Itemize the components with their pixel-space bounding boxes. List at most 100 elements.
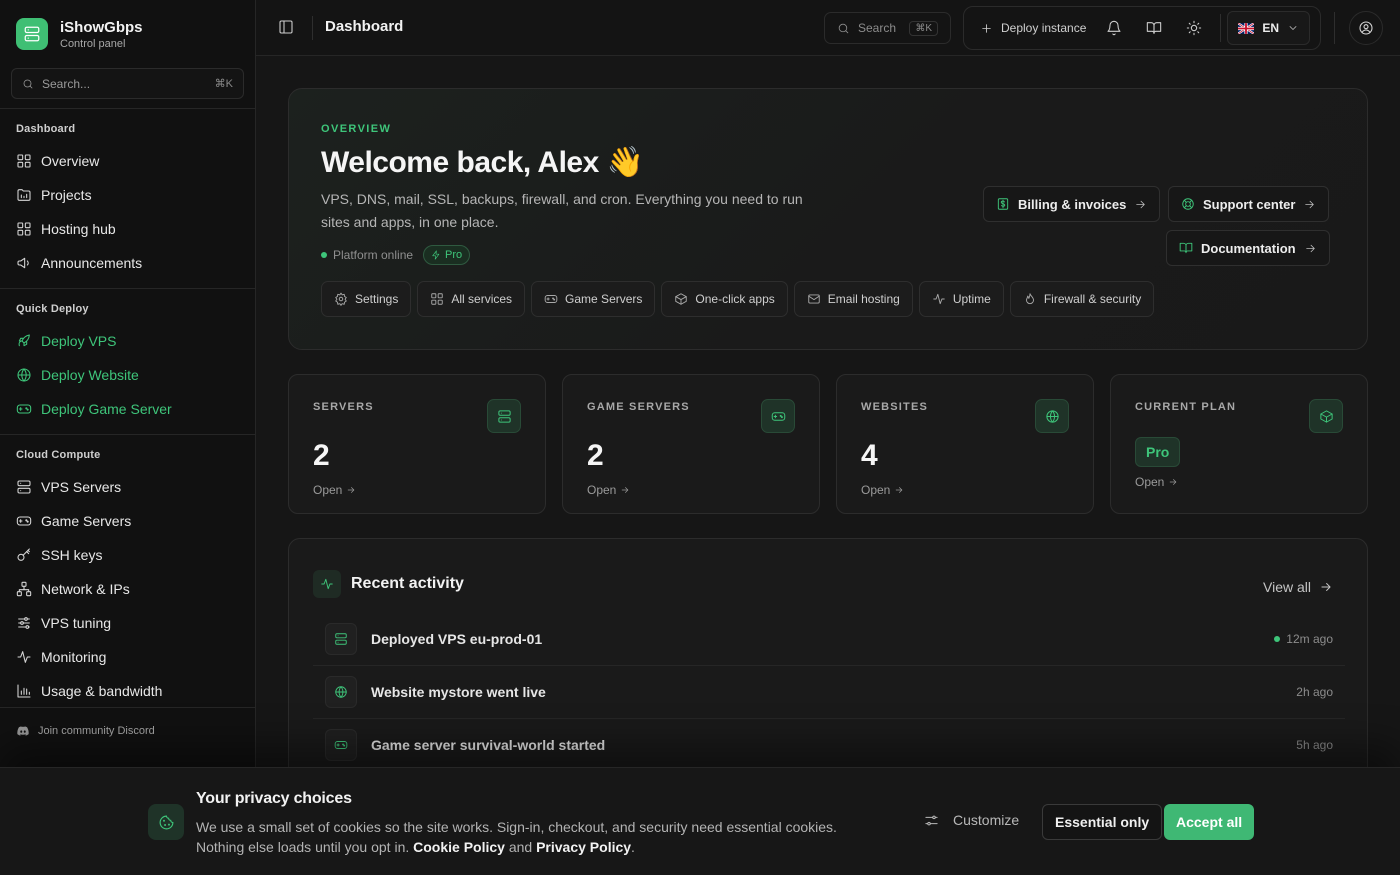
sidebar-search-input[interactable]: Search... ⌘K bbox=[11, 68, 244, 99]
brand[interactable]: iShowGbps Control panel bbox=[0, 0, 255, 68]
sidebar-item-vps-tuning[interactable]: VPS tuning bbox=[0, 606, 255, 640]
server-icon bbox=[325, 623, 357, 655]
sidebar-item-overview[interactable]: Overview bbox=[0, 144, 255, 178]
folder-icon bbox=[16, 187, 32, 203]
cookie-banner: Your privacy choices We use a small set … bbox=[0, 767, 1400, 875]
hero-eyebrow: OVERVIEW bbox=[321, 123, 392, 135]
topbar-search-button[interactable]: Search ⌘K bbox=[824, 12, 951, 44]
globe-icon bbox=[325, 676, 357, 708]
stat-card-game-servers[interactable]: GAME SERVERS 2 Open bbox=[562, 374, 820, 514]
privacy-policy-link[interactable]: Privacy Policy bbox=[536, 839, 631, 855]
documentation-button[interactable]: Documentation bbox=[1166, 230, 1330, 266]
activity-time: 2h ago bbox=[1296, 685, 1333, 699]
view-all-link[interactable]: View all bbox=[1263, 579, 1333, 595]
shortcut-label: Firewall & security bbox=[1043, 292, 1142, 306]
stat-label: WEBSITES bbox=[861, 401, 929, 413]
sidebar-item-monitoring[interactable]: Monitoring bbox=[0, 640, 255, 674]
accept-all-button[interactable]: Accept all bbox=[1164, 804, 1255, 840]
user-icon bbox=[1358, 20, 1374, 36]
activity-icon bbox=[313, 570, 341, 598]
sidebar-item-deploy-vps[interactable]: Deploy VPS bbox=[0, 324, 255, 358]
sidebar-item-ssh-keys[interactable]: SSH keys bbox=[0, 538, 255, 572]
sidebar-item-game-servers[interactable]: Game Servers bbox=[0, 504, 255, 538]
book-icon[interactable] bbox=[1134, 20, 1174, 36]
sidebar-item-projects[interactable]: Projects bbox=[0, 178, 255, 212]
language-label: EN bbox=[1262, 21, 1280, 35]
brand-subtitle: Control panel bbox=[60, 37, 126, 50]
arrow-right-icon bbox=[1304, 242, 1317, 255]
shortcut-firewall-security[interactable]: Firewall & security bbox=[1009, 281, 1155, 317]
shortcut-all-services[interactable]: All services bbox=[417, 281, 526, 317]
sidebar-item-usage-bandwidth[interactable]: Usage & bandwidth bbox=[0, 674, 255, 708]
stat-open-label: Open bbox=[587, 483, 617, 497]
arrow-right-icon bbox=[346, 485, 356, 495]
sidebar-item-label: Announcements bbox=[41, 255, 143, 271]
bell-icon[interactable] bbox=[1094, 20, 1134, 36]
sidebar-item-network-ips[interactable]: Network & IPs bbox=[0, 572, 255, 606]
sidebar-section-title: Quick Deploy bbox=[16, 303, 89, 315]
language-select[interactable]: EN bbox=[1227, 11, 1311, 45]
cookie-and: and bbox=[508, 839, 533, 855]
box-icon bbox=[1309, 399, 1343, 433]
discord-link[interactable]: Join community Discord bbox=[16, 724, 239, 738]
sidebar-item-label: Hosting hub bbox=[41, 221, 116, 237]
sidebar-item-label: Deploy Game Server bbox=[41, 401, 172, 417]
sidebar-item-label: VPS Servers bbox=[41, 479, 122, 495]
sidebar-item-label: Network & IPs bbox=[41, 581, 130, 597]
plus-icon bbox=[980, 22, 993, 35]
sidebar-item-deploy-game-server[interactable]: Deploy Game Server bbox=[0, 392, 255, 426]
cookie-title: Your privacy choices bbox=[196, 790, 352, 807]
book-icon bbox=[1179, 241, 1193, 255]
activity-row[interactable]: Website mystore went live 2h ago bbox=[313, 666, 1345, 719]
stat-open-link[interactable]: Open bbox=[587, 483, 630, 497]
shortcut-settings[interactable]: Settings bbox=[321, 281, 412, 317]
cookie-policy-link[interactable]: Cookie Policy bbox=[413, 839, 505, 855]
sidebar-item-vps-servers[interactable]: VPS Servers bbox=[0, 470, 255, 504]
shortcut-game-servers[interactable]: Game Servers bbox=[531, 281, 656, 317]
stat-open-label: Open bbox=[1135, 475, 1165, 489]
activity-row[interactable]: Deployed VPS eu-prod-01 12m ago bbox=[313, 613, 1345, 666]
server-icon bbox=[487, 399, 521, 433]
box-icon bbox=[674, 292, 688, 306]
sidebar-item-deploy-website[interactable]: Deploy Website bbox=[0, 358, 255, 392]
platform-status-label: Platform online bbox=[333, 248, 414, 262]
essential-only-button[interactable]: Essential only bbox=[1042, 804, 1163, 840]
status-dot bbox=[321, 252, 327, 258]
activity-text: Deployed VPS eu-prod-01 bbox=[371, 631, 543, 647]
stat-label: CURRENT PLAN bbox=[1135, 401, 1237, 413]
customize-button[interactable]: Customize bbox=[924, 812, 1019, 828]
sidebar-item-announcements[interactable]: Announcements bbox=[0, 246, 255, 280]
shortcut-uptime[interactable]: Uptime bbox=[918, 281, 1004, 317]
stat-open-link[interactable]: Open bbox=[313, 483, 356, 497]
deploy-instance-label: Deploy instance bbox=[1001, 21, 1087, 35]
documentation-label: Documentation bbox=[1201, 240, 1296, 256]
stat-open-link[interactable]: Open bbox=[1135, 475, 1178, 489]
sidebar-item-hosting-hub[interactable]: Hosting hub bbox=[0, 212, 255, 246]
stat-card-servers[interactable]: SERVERS 2 Open bbox=[288, 374, 546, 514]
shortcut-email-hosting[interactable]: Email hosting bbox=[793, 281, 913, 317]
billing-invoices-button[interactable]: Billing & invoices bbox=[983, 186, 1161, 222]
search-icon bbox=[837, 22, 850, 35]
shortcut-one-click-apps[interactable]: One-click apps bbox=[661, 281, 788, 317]
stat-label: GAME SERVERS bbox=[587, 401, 690, 413]
stat-card-current-plan[interactable]: CURRENT PLAN Pro Open bbox=[1110, 374, 1368, 514]
user-avatar-button[interactable] bbox=[1349, 11, 1383, 45]
activity-row[interactable]: Game server survival-world started 5h ag… bbox=[313, 719, 1345, 772]
topbar-search-shortcut: ⌘K bbox=[909, 20, 938, 36]
search-icon bbox=[22, 78, 34, 90]
hero-description: VPS, DNS, mail, SSL, backups, firewall, … bbox=[321, 191, 803, 230]
uk-flag-icon bbox=[1238, 22, 1255, 34]
sun-icon[interactable] bbox=[1174, 20, 1214, 36]
key-icon bbox=[16, 547, 32, 563]
stat-card-websites[interactable]: WEBSITES 4 Open bbox=[836, 374, 1094, 514]
zap-icon bbox=[431, 250, 441, 260]
deploy-instance-button[interactable]: Deploy instance bbox=[972, 13, 1094, 43]
shortcut-label: Settings bbox=[355, 292, 399, 306]
server-icon bbox=[16, 18, 48, 50]
shortcut-label: Email hosting bbox=[827, 292, 900, 306]
flame-icon bbox=[1023, 292, 1037, 306]
sidebar-toggle-icon[interactable] bbox=[278, 19, 294, 35]
support-center-button[interactable]: Support center bbox=[1168, 186, 1330, 222]
server-icon bbox=[16, 479, 32, 495]
stat-open-link[interactable]: Open bbox=[861, 483, 904, 497]
